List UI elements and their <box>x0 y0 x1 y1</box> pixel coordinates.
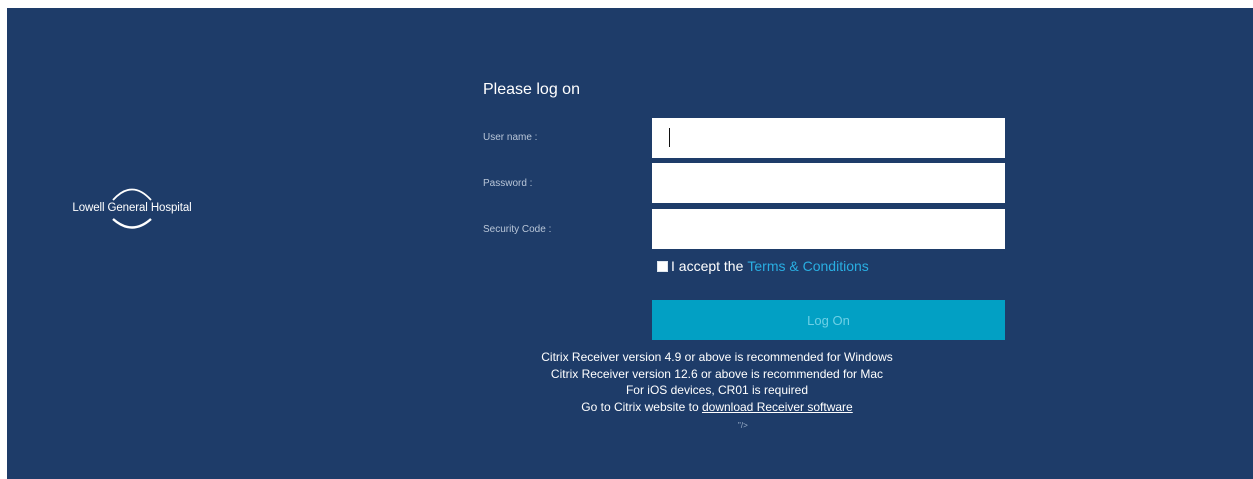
text-caret <box>669 128 670 147</box>
stray-markup-text: "/> <box>738 421 748 430</box>
security-code-field[interactable] <box>652 209 1005 249</box>
terms-row: I accept the Terms & Conditions <box>657 258 869 274</box>
password-field[interactable] <box>652 163 1005 203</box>
download-receiver-link[interactable]: download Receiver software <box>702 400 853 414</box>
info-mac: Citrix Receiver version 12.6 or above is… <box>550 366 884 381</box>
info-download-prefix: Go to Citrix website to <box>581 399 699 414</box>
username-label: User name : <box>483 132 538 143</box>
login-page: Lowell General Hospital Please log on Us… <box>7 8 1253 479</box>
hospital-logo: Lowell General Hospital <box>57 181 207 241</box>
info-ios: For iOS devices, CR01 is required <box>625 383 809 397</box>
info-download-line: Go to Citrix website to download Receive… <box>367 399 1067 416</box>
username-field[interactable] <box>652 118 1005 158</box>
logo-text: Lowell General Hospital <box>72 202 192 214</box>
citrix-info: Citrix Receiver version 4.9 or above is … <box>367 349 1067 415</box>
terms-prefix: I accept the <box>671 258 744 274</box>
terms-checkbox[interactable] <box>657 260 668 272</box>
password-label: Password : <box>483 178 533 189</box>
security-code-label: Security Code : <box>483 224 552 235</box>
info-windows: Citrix Receiver version 4.9 or above is … <box>541 350 893 364</box>
log-on-button[interactable]: Log On <box>652 300 1005 340</box>
page-title: Please log on <box>483 81 580 98</box>
terms-link[interactable]: Terms & Conditions <box>747 258 868 274</box>
